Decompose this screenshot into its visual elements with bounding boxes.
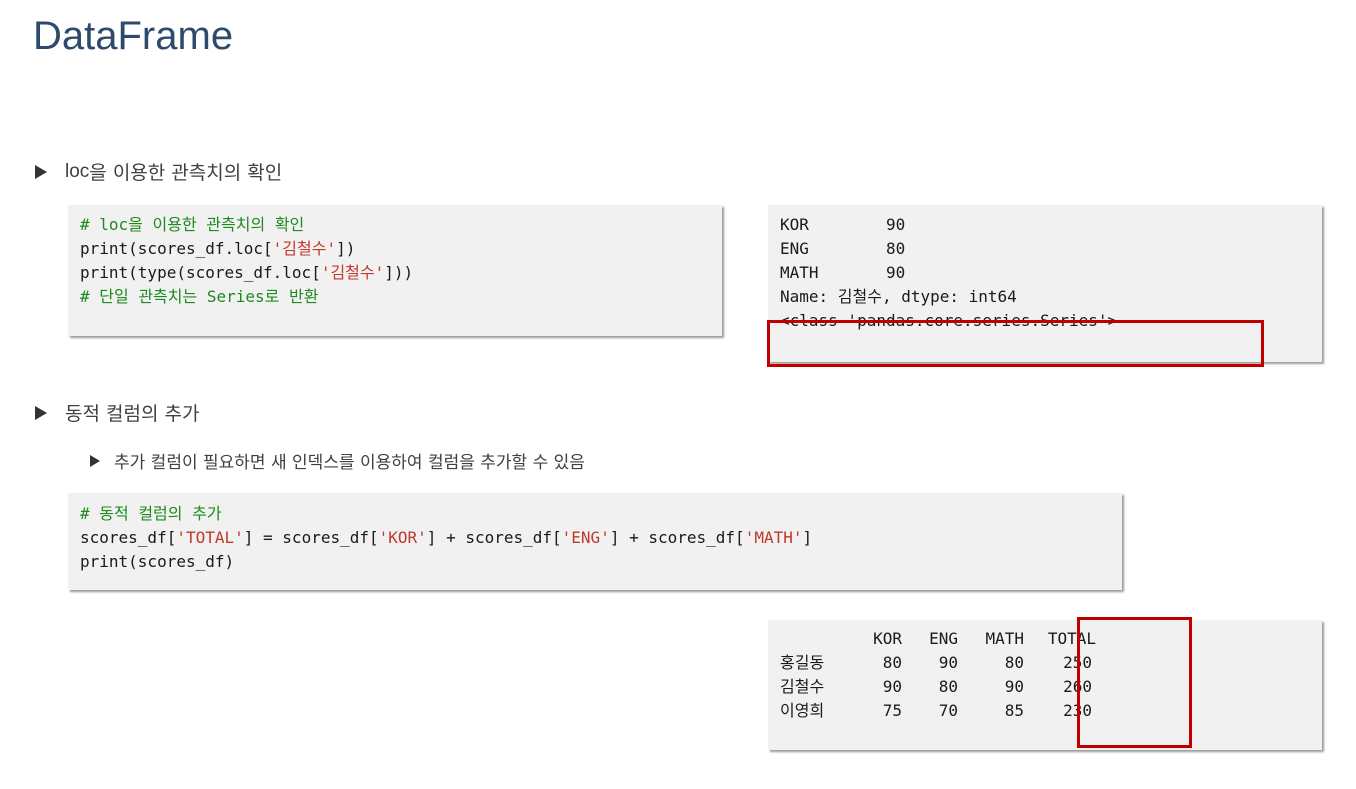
- column-header: ENG: [929, 629, 958, 648]
- table-cell: 80: [1004, 653, 1024, 672]
- table-cell: 90: [1004, 677, 1024, 696]
- output-block-dataframe: KOR ENG MATH TOTAL 홍길동 80 90 80 250 김철수 …: [768, 620, 1322, 750]
- bullet-loc-prefix: loc: [65, 160, 90, 182]
- sub-bullet-add-column: 추가 컬럼이 필요하면 새 인덱스를 이용하여 컬럼을 추가할 수 있음: [90, 448, 585, 473]
- output-name-dtype: Name: 김철수, dtype: int64: [780, 287, 1017, 306]
- bullet-dynamic-column: 동적 컬럼의 추가: [35, 399, 199, 426]
- code-block-dynamic-column: # 동적 컬럼의 추가 scores_df['TOTAL'] = scores_…: [68, 493, 1122, 590]
- code-line: print(scores_df.loc['김철수']): [80, 239, 356, 258]
- table-cell: 90: [882, 677, 902, 696]
- output-row: ENG 80: [780, 239, 906, 258]
- triangle-bullet-icon: [90, 454, 100, 467]
- code-comment: # 단일 관측치는 Series로 반환: [80, 287, 319, 306]
- code-line: print(type(scores_df.loc['김철수'])): [80, 263, 414, 282]
- bullet-dynamic-column-text: 동적 컬럼의 추가: [65, 403, 200, 425]
- table-cell: 80: [938, 677, 958, 696]
- table-cell: 90: [938, 653, 958, 672]
- output-row: MATH 90: [780, 263, 906, 282]
- highlight-box-class: [767, 320, 1264, 367]
- bullet-loc: loc 을 이용한 관측치의 확인: [35, 158, 282, 185]
- code-comment: # 동적 컬럼의 추가: [80, 504, 222, 523]
- column-header: KOR: [873, 629, 902, 648]
- table-header-row: KOR ENG MATH TOTAL: [780, 627, 1096, 651]
- table-cell: 85: [1004, 701, 1024, 720]
- table-row: 홍길동 80 90 80 250: [780, 651, 1096, 675]
- code-block-loc: # loc을 이용한 관측치의 확인 print(scores_df.loc['…: [68, 205, 722, 336]
- dataframe-table: KOR ENG MATH TOTAL 홍길동 80 90 80 250 김철수 …: [780, 627, 1096, 723]
- column-header: MATH: [985, 629, 1024, 648]
- table-row: 김철수 90 80 90 260: [780, 675, 1096, 699]
- highlight-box-total-column: [1077, 617, 1192, 748]
- code-comment: # loc을 이용한 관측치의 확인: [80, 215, 305, 234]
- triangle-bullet-icon: [35, 164, 47, 179]
- output-row: KOR 90: [780, 215, 906, 234]
- table-cell: 70: [938, 701, 958, 720]
- slide-title: DataFrame: [33, 14, 234, 58]
- triangle-bullet-icon: [35, 405, 47, 420]
- row-label: 이영희: [780, 701, 825, 720]
- table-cell: 75: [882, 701, 902, 720]
- table-cell: 80: [882, 653, 902, 672]
- sub-bullet-text: 추가 컬럼이 필요하면 새 인덱스를 이용하여 컬럼을 추가할 수 있음: [114, 453, 585, 473]
- code-line: print(scores_df): [80, 552, 235, 571]
- code-line: scores_df['TOTAL'] = scores_df['KOR'] + …: [80, 528, 813, 547]
- bullet-loc-text: 을 이용한 관측치의 확인: [89, 162, 283, 184]
- row-label: 김철수: [780, 677, 825, 696]
- row-label: 홍길동: [780, 653, 825, 672]
- table-row: 이영희 75 70 85 230: [780, 699, 1096, 723]
